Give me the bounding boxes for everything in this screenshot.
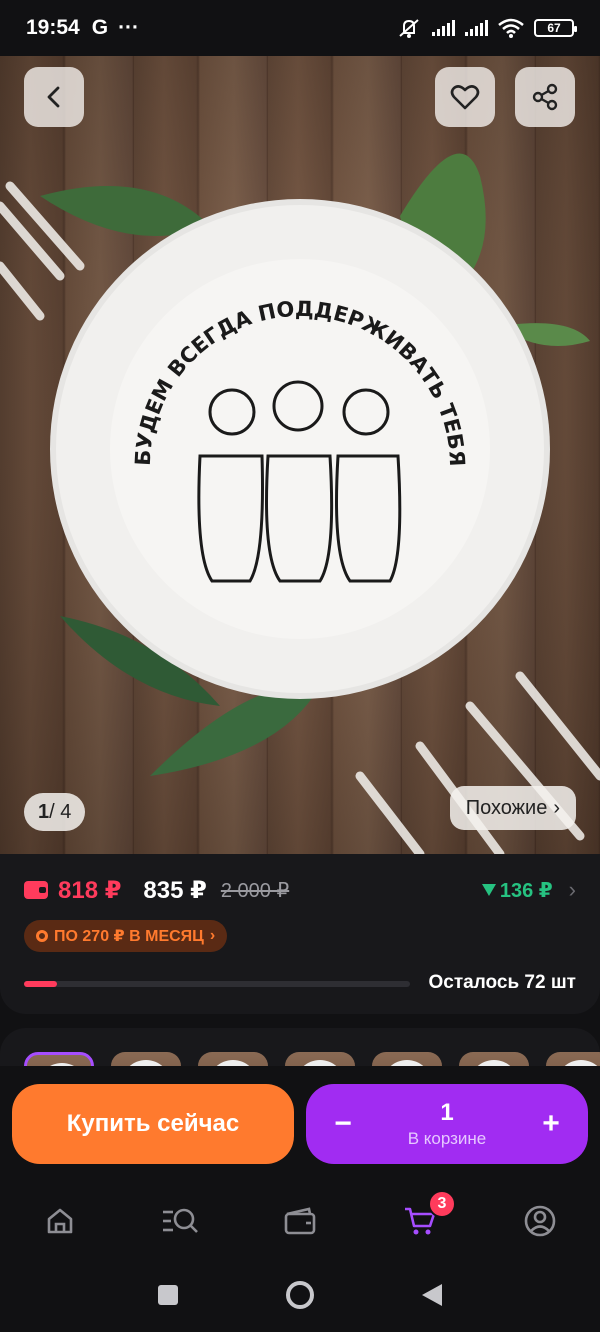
bottom-navigation: 3 (0, 1184, 600, 1258)
cart-quantity[interactable]: 1 В корзине (380, 1099, 514, 1149)
installment-badge[interactable]: ПО 270 ₽ В МЕСЯЦ › (24, 920, 228, 952)
mute-icon (399, 19, 419, 38)
card-wallet-icon (24, 881, 48, 899)
increase-quantity-button[interactable]: + (514, 1084, 588, 1164)
back-triangle-icon[interactable] (420, 1282, 444, 1308)
price-card: 818 ₽ 835 ₽ 2 000 ₽ 136 ₽ › ПО 270 ₽ В М… (0, 854, 600, 1014)
share-icon (532, 83, 558, 111)
cart-count-badge: 3 (428, 1190, 456, 1218)
buy-now-button[interactable]: Купить сейчас (12, 1084, 294, 1164)
back-icon (47, 86, 60, 108)
product-image-gallery[interactable]: БУДЕМ ВСЕГДА ПОДДЕРЖИВАТЬ ТЕБЯ 1 / 4 Пох… (0, 56, 600, 854)
nav-profile[interactable] (480, 1184, 600, 1258)
old-price: 2 000 ₽ (220, 879, 290, 902)
more-notifications-icon: ··· (118, 16, 140, 39)
stock-remaining: Осталось 72 шт (428, 972, 576, 993)
page-total: / 4 (49, 800, 72, 823)
nav-catalog[interactable] (120, 1184, 240, 1258)
installment-label: ПО 270 ₽ В МЕСЯЦ (54, 928, 204, 945)
regular-price: 835 ₽ (143, 876, 207, 904)
page-current: 1 (38, 800, 50, 823)
similar-button[interactable]: Похожие › (449, 786, 576, 830)
cashback: 136 ₽ (481, 878, 553, 903)
google-icon: G (91, 16, 109, 39)
quantity-value: 1 (440, 1099, 454, 1126)
card-price: 818 ₽ (58, 876, 122, 904)
nav-wallet[interactable] (240, 1184, 360, 1258)
wifi-icon (498, 18, 524, 38)
chevron-right-icon: › (553, 796, 560, 819)
home-icon (47, 1208, 73, 1234)
decrease-quantity-button[interactable]: − (306, 1084, 380, 1164)
installment-icon (36, 930, 48, 942)
chevron-right-icon: › (209, 927, 216, 944)
heart-icon (450, 85, 480, 110)
cashback-value: 136 ₽ (499, 879, 553, 902)
wallet-icon (284, 1207, 316, 1235)
recents-icon[interactable] (156, 1283, 180, 1307)
image-page-indicator: 1 / 4 (24, 793, 86, 831)
nav-home[interactable] (0, 1184, 120, 1258)
status-time: 19:54 (26, 16, 80, 39)
home-circle-icon[interactable] (284, 1279, 316, 1311)
catalog-search-icon (163, 1208, 198, 1233)
triangle-down-icon (481, 884, 496, 896)
signal-icon-2 (465, 20, 488, 36)
price-row[interactable]: 818 ₽ 835 ₽ 2 000 ₽ 136 ₽ › (24, 874, 576, 906)
in-cart-label: В корзине (407, 1129, 487, 1148)
cart-quantity-control: − 1 В корзине + (306, 1084, 588, 1164)
product-photo: БУДЕМ ВСЕГДА ПОДДЕРЖИВАТЬ ТЕБЯ (0, 153, 600, 854)
buy-bar: Купить сейчас − 1 В корзине + (0, 1066, 600, 1184)
status-bar: 19:54 G ··· 67 (0, 0, 600, 56)
share-button[interactable] (515, 67, 575, 127)
status-icons: 67 (396, 17, 577, 39)
similar-label: Похожие (465, 796, 548, 819)
stock-progress-fill (24, 981, 57, 987)
back-button[interactable] (24, 67, 84, 127)
favorite-button[interactable] (435, 67, 495, 127)
system-navigation (0, 1258, 600, 1332)
battery-icon: 67 (534, 19, 577, 37)
profile-icon (524, 1205, 556, 1237)
stock-progress-bar (24, 981, 410, 987)
chevron-right-icon: › (568, 877, 576, 902)
signal-icon (432, 20, 455, 36)
nav-cart[interactable]: 3 (360, 1184, 480, 1258)
